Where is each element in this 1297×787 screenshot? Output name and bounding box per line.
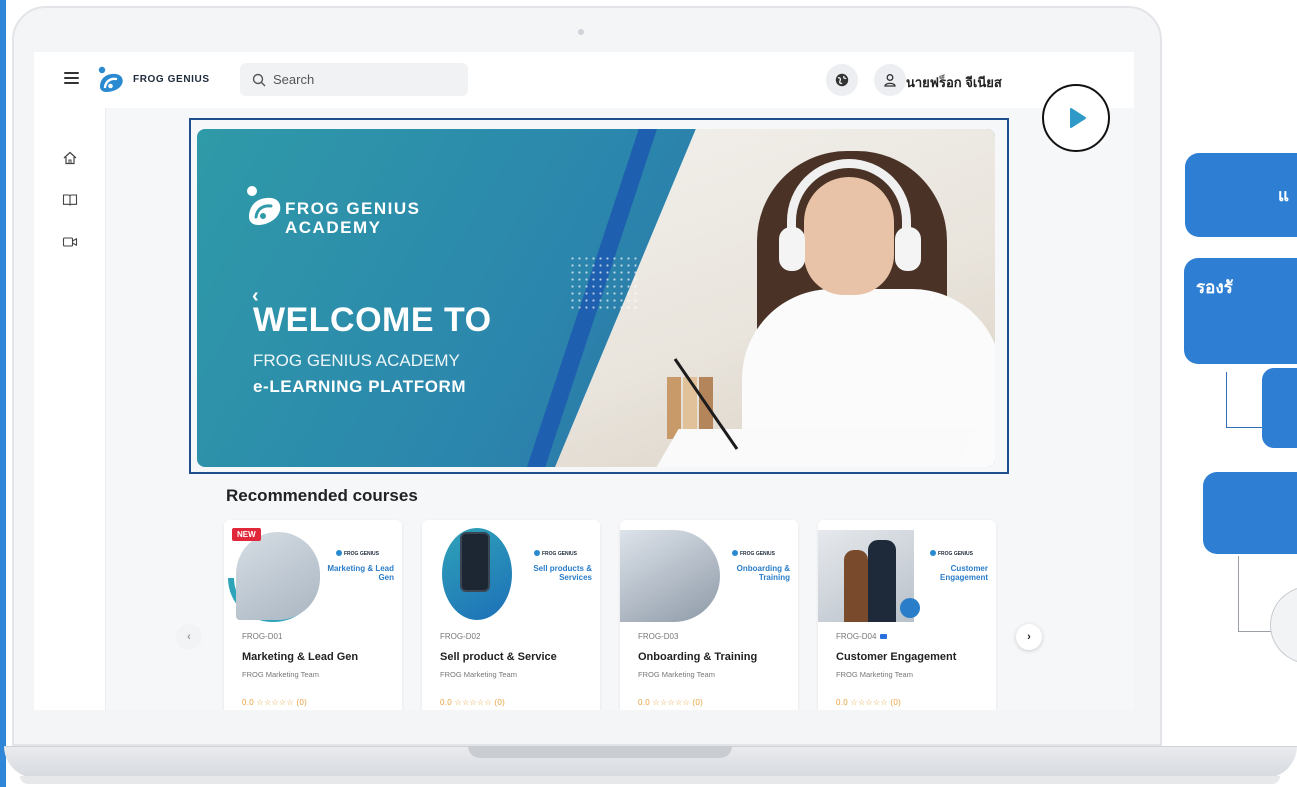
connector-line — [1226, 372, 1266, 428]
search-input[interactable]: Search — [240, 63, 468, 96]
course-thumbnail: FROG GENIUS Marketing & Lead Gen NEW — [224, 520, 402, 622]
new-badge: NEW — [232, 528, 261, 541]
banner-logo-text: FROG GENIUS ACADEMY — [285, 199, 421, 237]
course-image — [620, 530, 720, 622]
section-title: Recommended courses — [226, 486, 418, 505]
hamburger-menu-icon[interactable] — [64, 72, 79, 84]
slide-block-1-text: แ — [1278, 185, 1289, 205]
dot-pattern — [569, 255, 641, 311]
banner-subtitle: FROG GENIUS ACADEMY — [253, 351, 460, 370]
course-rating: 0.0 ☆☆☆☆☆ (0) — [440, 698, 506, 707]
sidebar — [34, 108, 106, 710]
course-code-row: FROG-D04 — [836, 632, 888, 641]
course-team: FROG Marketing Team — [638, 670, 715, 679]
course-card[interactable]: FROG GENIUS Customer Engagement FROG-D04… — [818, 520, 996, 710]
course-rating: 0.0 ☆☆☆☆☆ (0) — [638, 698, 704, 707]
profile-button[interactable] — [874, 64, 906, 96]
play-icon — [1070, 108, 1086, 128]
top-bar: FROG GENIUS Search นายฟร็อก จีเนียส — [34, 52, 1134, 108]
banner-logo-line1: FROG GENIUS — [285, 199, 421, 218]
course-team: FROG Marketing Team — [440, 670, 517, 679]
carousel-next-button[interactable]: › — [1016, 624, 1042, 650]
video-course-icon — [880, 634, 888, 639]
laptop-shadow — [20, 776, 1280, 784]
person-graphic — [868, 540, 896, 622]
course-title[interactable]: Onboarding & Training — [638, 651, 757, 663]
thumb-title: Onboarding & Training — [736, 564, 790, 582]
pen-icon — [673, 358, 739, 450]
person-graphic — [844, 550, 868, 622]
user-name[interactable]: นายฟร็อก จีเนียส — [906, 72, 1002, 93]
user-icon — [884, 74, 896, 87]
course-rating: 0.0 ☆☆☆☆☆ (0) — [836, 698, 902, 707]
thumb-accent-circle — [900, 598, 920, 618]
course-card[interactable]: FROG GENIUS Marketing & Lead Gen NEW FRO… — [224, 520, 402, 710]
course-card[interactable]: FROG GENIUS Onboarding & Training FROG-D… — [620, 520, 798, 710]
course-image — [236, 532, 320, 620]
play-video-button[interactable] — [1042, 84, 1110, 152]
chevron-left-icon: ‹ — [187, 631, 191, 643]
course-code: FROG-D02 — [440, 632, 481, 641]
banner-heading: WELCOME TO — [253, 301, 492, 339]
left-accent-strip — [0, 0, 6, 787]
phone-graphic — [460, 532, 490, 592]
thumb-title: Sell products & Services — [533, 564, 592, 582]
banner-logo-line2: ACADEMY — [285, 218, 382, 237]
home-icon[interactable] — [62, 150, 78, 166]
slide-block-2-text: รองรั — [1196, 278, 1233, 297]
thumb-brand: FROG GENIUS — [732, 550, 775, 557]
thumb-title: Customer Engagement — [939, 564, 988, 582]
banner-next-icon[interactable]: › — [929, 285, 936, 308]
thumb-brand: FROG GENIUS — [336, 550, 379, 557]
search-icon — [252, 73, 266, 86]
video-icon[interactable] — [62, 234, 78, 250]
course-thumbnail: FROG GENIUS Sell products & Services — [422, 520, 600, 622]
welcome-banner[interactable]: FROG GENIUS ACADEMY ‹ › WELCOME TO FROG … — [197, 129, 995, 467]
headphone-ear — [779, 227, 805, 271]
course-rating: 0.0 ☆☆☆☆☆ (0) — [242, 698, 308, 707]
course-thumbnail: FROG GENIUS Onboarding & Training — [620, 520, 798, 622]
slide-block-4 — [1203, 472, 1297, 554]
slide-block-3 — [1262, 368, 1297, 448]
thumb-title: Marketing & Lead Gen — [327, 564, 394, 582]
laptop-notch — [468, 746, 732, 758]
laptop-screen: FROG GENIUS Search นายฟร็อก จีเนียส FROG… — [34, 52, 1134, 710]
course-team: FROG Marketing Team — [242, 670, 319, 679]
course-team: FROG Marketing Team — [836, 670, 913, 679]
course-thumbnail: FROG GENIUS Customer Engagement — [818, 520, 996, 622]
course-title[interactable]: Marketing & Lead Gen — [242, 651, 358, 663]
search-placeholder: Search — [273, 72, 315, 87]
course-title[interactable]: Customer Engagement — [836, 651, 956, 663]
headphone-ear — [895, 227, 921, 271]
thumb-brand: FROG GENIUS — [930, 550, 973, 557]
course-card[interactable]: FROG GENIUS Sell products & Services FRO… — [422, 520, 600, 710]
globe-icon — [835, 73, 849, 87]
course-title[interactable]: Sell product & Service — [440, 651, 557, 663]
language-button[interactable] — [826, 64, 858, 96]
slide-block-1: แ — [1185, 153, 1297, 237]
course-code: FROG-D01 — [242, 632, 283, 641]
frog-genius-logo-icon — [98, 66, 123, 92]
brand-name: FROG GENIUS — [133, 74, 210, 85]
course-code: FROG-D04 — [836, 632, 877, 641]
book-icon[interactable] — [62, 192, 78, 208]
frog-genius-logo-icon — [247, 186, 281, 225]
slide-block-2: รองรั — [1184, 258, 1297, 364]
carousel-prev-button[interactable]: ‹ — [176, 624, 202, 650]
slide-canvas: FROG GENIUS Search นายฟร็อก จีเนียส FROG… — [0, 0, 1297, 787]
chevron-right-icon: › — [1027, 631, 1031, 643]
thumb-brand: FROG GENIUS — [534, 550, 577, 557]
course-code: FROG-D03 — [638, 632, 679, 641]
banner-platform-label: e-LEARNING PLATFORM — [253, 377, 467, 396]
laptop-camera — [578, 29, 584, 35]
